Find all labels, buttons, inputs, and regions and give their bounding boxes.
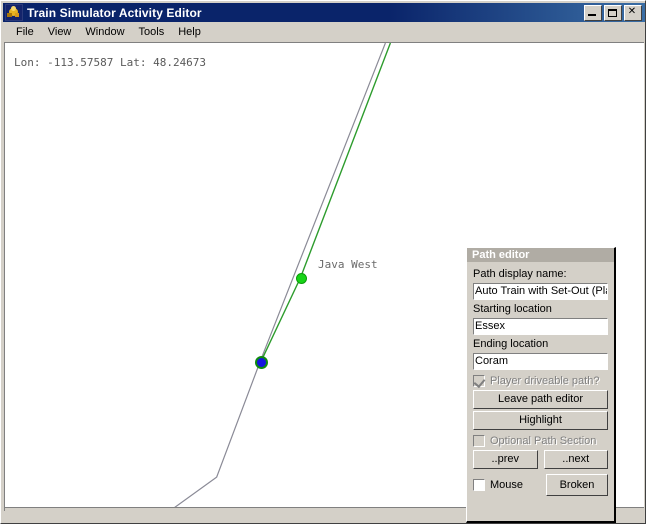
player-driveable-label: Player driveable path? [490, 375, 600, 387]
checkbox-icon-optional-path-section [473, 435, 485, 447]
window-controls: ✕ [584, 4, 642, 21]
path-display-name-label: Path display name: [473, 268, 567, 280]
map-node-java-west[interactable] [296, 273, 307, 284]
prev-next-button-row: ..prev ..next [473, 450, 608, 471]
path-editor-panel: Path editor Path display name: Auto Trai… [466, 247, 616, 523]
menu-item-help[interactable]: Help [171, 24, 208, 40]
path-display-name-input[interactable]: Auto Train with Set-Out (Pla [472, 282, 609, 301]
highlight-button[interactable]: Highlight [473, 411, 608, 430]
application-window: Train Simulator Activity Editor ✕ File V… [0, 0, 646, 524]
starting-location-label: Starting location [473, 303, 552, 315]
optional-path-section-label: Optional Path Section [490, 435, 597, 447]
path-line [259, 43, 392, 363]
maximize-button[interactable] [604, 4, 622, 21]
prev-button[interactable]: ..prev [473, 450, 538, 469]
track-line [169, 43, 386, 511]
menu-item-tools[interactable]: Tools [132, 24, 172, 40]
checkbox-icon-mouse[interactable] [473, 479, 485, 491]
app-icon [5, 4, 23, 21]
coordinate-readout: Lon: -113.57587 Lat: 48.24673 [14, 56, 207, 69]
path-editor-title: Path editor [467, 248, 614, 262]
checkbox-icon-player-driveable [473, 375, 486, 389]
close-icon: ✕ [627, 5, 637, 17]
mouse-label: Mouse [490, 479, 524, 491]
title-bar: Train Simulator Activity Editor ✕ [3, 3, 645, 22]
map-node-label-java-west: Java West [318, 258, 378, 271]
mouse-broken-row: Mouse Broken [473, 474, 608, 496]
leave-path-editor-button[interactable]: Leave path editor [473, 390, 608, 409]
menu-item-view[interactable]: View [41, 24, 79, 40]
menu-item-window[interactable]: Window [78, 24, 131, 40]
menu-item-file[interactable]: File [9, 24, 41, 40]
menu-bar: File View Window Tools Help [3, 23, 645, 41]
starting-location-input[interactable]: Essex [472, 317, 609, 336]
player-driveable-checkbox-row: Player driveable path? [473, 375, 608, 389]
map-node-current-position[interactable] [255, 356, 268, 369]
optional-path-section-checkbox-row: Optional Path Section [473, 435, 608, 447]
ending-location-input[interactable]: Coram [472, 352, 609, 371]
broken-button[interactable]: Broken [546, 474, 608, 496]
mouse-checkbox-row[interactable]: Mouse [473, 479, 540, 491]
path-editor-body: Path display name: Auto Train with Set-O… [467, 262, 614, 496]
close-button[interactable]: ✕ [624, 4, 642, 21]
minimize-button[interactable] [584, 4, 602, 21]
next-button[interactable]: ..next [543, 450, 608, 469]
window-title: Train Simulator Activity Editor [27, 5, 202, 20]
ending-location-label: Ending location [473, 338, 549, 350]
